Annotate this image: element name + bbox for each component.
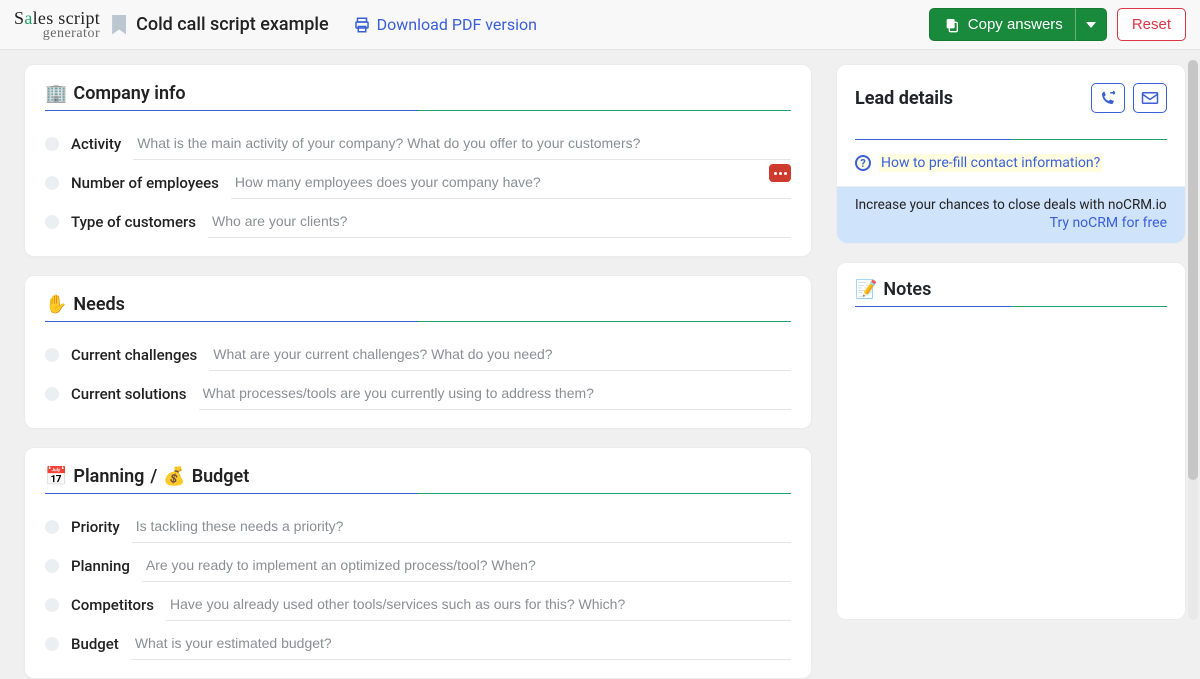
vertical-scrollbar[interactable] [1188, 60, 1198, 620]
lead-title: Lead details [855, 88, 1083, 109]
field-customer-type: Type of customers [45, 199, 791, 238]
field-budget: Budget [45, 621, 791, 660]
field-label: Current solutions [71, 385, 187, 403]
envelope-icon [1141, 91, 1159, 105]
right-column: Lead details ? How to pre-fill contact i… [836, 64, 1186, 642]
field-planning: Planning [45, 543, 791, 582]
planning-title-sep: / [150, 466, 157, 487]
prefill-help-link[interactable]: How to pre-fill contact information? [879, 154, 1102, 172]
field-label: Priority [71, 518, 120, 536]
field-label: Planning [71, 557, 130, 575]
promo-banner: Increase your chances to close deals wit… [837, 186, 1185, 243]
bullet-icon [45, 348, 59, 362]
left-column: 🏢 Company info Activity Number of employ… [24, 64, 812, 642]
promo-cta-link[interactable]: Try noCRM for free [855, 215, 1167, 231]
prefill-help-row: ? How to pre-fill contact information? [855, 140, 1167, 186]
section-planning-budget: 📅 Planning / 💰 Budget Priority Planning … [24, 447, 812, 679]
priority-input[interactable] [132, 510, 791, 543]
field-label: Competitors [71, 596, 154, 614]
lead-header: Lead details [855, 83, 1167, 140]
customer-type-input[interactable] [208, 205, 791, 238]
copy-icon [944, 17, 960, 33]
activity-input[interactable] [133, 127, 791, 160]
solutions-input[interactable] [199, 377, 791, 410]
download-pdf-link[interactable]: Download PDF version [353, 15, 537, 34]
section-title-needs-text: Needs [73, 294, 125, 315]
field-label: Activity [71, 135, 121, 153]
field-current-solutions: Current solutions [45, 371, 791, 410]
challenges-input[interactable] [209, 338, 791, 371]
hand-icon: ✋ [45, 294, 67, 315]
bullet-icon [45, 637, 59, 651]
bullet-icon [45, 559, 59, 573]
bullet-icon [45, 176, 59, 190]
phone-transfer-button[interactable] [1091, 83, 1125, 113]
field-label: Number of employees [71, 174, 219, 192]
logo: Sales script generator [14, 9, 100, 41]
section-company-info: 🏢 Company info Activity Number of employ… [24, 64, 812, 257]
bullet-icon [45, 137, 59, 151]
copy-answers-label: Copy answers [968, 16, 1063, 33]
notes-card: 📝 Notes [836, 262, 1186, 620]
employees-input[interactable] [231, 166, 791, 199]
reset-button[interactable]: Reset [1117, 8, 1186, 41]
section-title-company: 🏢 Company info [45, 83, 791, 111]
notes-title: 📝 Notes [855, 279, 1167, 307]
calendar-icon: 📅 [45, 466, 67, 487]
planning-title-2: Budget [192, 466, 250, 487]
bullet-icon [45, 387, 59, 401]
section-title-company-text: Company info [73, 83, 185, 104]
building-icon: 🏢 [45, 83, 67, 104]
header-actions: Copy answers Reset [929, 8, 1186, 41]
promo-text: Increase your chances to close deals wit… [855, 197, 1167, 213]
copy-answers-group: Copy answers [929, 8, 1107, 41]
bullet-icon [45, 520, 59, 534]
lead-details-card: Lead details ? How to pre-fill contact i… [836, 64, 1186, 244]
page-title: Cold call script example [136, 14, 329, 35]
field-number-employees: Number of employees [45, 160, 791, 199]
moneybag-icon: 💰 [163, 466, 185, 487]
field-priority: Priority [45, 504, 791, 543]
bookmark-icon[interactable] [112, 15, 126, 35]
question-icon: ? [855, 155, 871, 171]
field-label: Type of customers [71, 213, 196, 231]
copy-answers-button[interactable]: Copy answers [929, 8, 1076, 41]
section-title-planning: 📅 Planning / 💰 Budget [45, 466, 791, 494]
field-current-challenges: Current challenges [45, 332, 791, 371]
field-label: Budget [71, 635, 119, 653]
competitors-input[interactable] [166, 588, 791, 621]
section-needs: ✋ Needs Current challenges Current solut… [24, 275, 812, 429]
budget-input[interactable] [131, 627, 791, 660]
logo-bottom: generator [14, 27, 100, 41]
notes-title-text: Notes [883, 279, 931, 300]
bullet-icon [45, 215, 59, 229]
main-layout: 🏢 Company info Activity Number of employ… [0, 50, 1200, 642]
field-label: Current challenges [71, 346, 197, 364]
print-icon [353, 16, 371, 34]
bullet-icon [45, 598, 59, 612]
caret-down-icon [1086, 20, 1096, 30]
memo-icon: 📝 [855, 279, 877, 300]
app-header: Sales script generator Cold call script … [0, 0, 1200, 50]
planning-input[interactable] [142, 549, 791, 582]
field-activity: Activity [45, 121, 791, 160]
scrollbar-thumb[interactable] [1188, 60, 1198, 480]
field-competitors: Competitors [45, 582, 791, 621]
email-button[interactable] [1133, 83, 1167, 113]
logo-top: Sales script [14, 9, 100, 27]
download-pdf-label: Download PDF version [377, 15, 537, 34]
more-options-button[interactable] [769, 164, 791, 182]
planning-title-1: Planning [73, 466, 144, 487]
phone-transfer-icon [1099, 90, 1117, 106]
section-title-needs: ✋ Needs [45, 294, 791, 322]
copy-answers-dropdown[interactable] [1076, 8, 1107, 41]
